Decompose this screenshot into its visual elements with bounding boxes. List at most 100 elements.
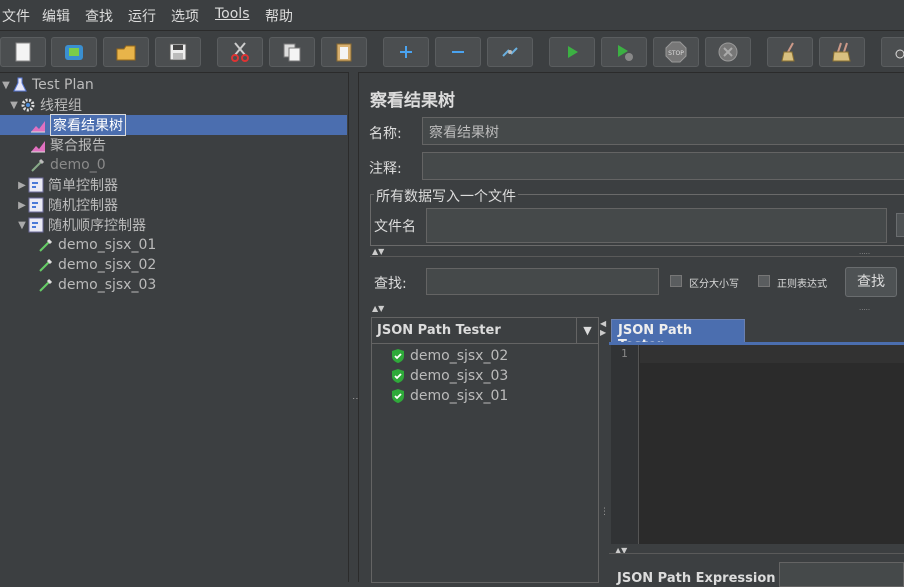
- copy-button[interactable]: [269, 37, 315, 67]
- binoculars-icon: [895, 49, 904, 59]
- json-editor[interactable]: 1: [611, 345, 904, 544]
- listener-chart-icon: [31, 121, 45, 133]
- tree-item-view-results-tree[interactable]: 察看结果树: [0, 114, 347, 136]
- start-no-pauses-button[interactable]: [601, 37, 647, 67]
- search-toolbar-button[interactable]: [881, 37, 904, 67]
- tree-item-random-controller[interactable]: ▶ 随机控制器: [16, 195, 118, 215]
- splitter-arrows-icon[interactable]: ▲▼: [372, 247, 384, 256]
- tree-item-demo-sjsx-01[interactable]: demo_sjsx_01: [38, 235, 156, 255]
- result-item[interactable]: demo_sjsx_02: [390, 346, 508, 366]
- tree-label: demo_sjsx_02: [58, 257, 157, 273]
- tree-label: 聚合报告: [50, 138, 106, 154]
- clear-all-button[interactable]: [819, 37, 865, 67]
- copy-icon: [283, 43, 301, 62]
- tree-label: Test Plan: [32, 77, 94, 93]
- play-no-pause-icon: [618, 45, 633, 61]
- stop-icon: STOP: [665, 41, 687, 63]
- gear-icon: [21, 98, 35, 112]
- result-item[interactable]: demo_sjsx_03: [390, 366, 508, 386]
- tree-label: 线程组: [40, 98, 82, 114]
- templates-icon: [65, 45, 83, 60]
- tree-item-aggregate-report[interactable]: 聚合报告: [30, 135, 106, 155]
- panel-title: 察看结果树: [370, 91, 455, 111]
- start-button[interactable]: [549, 37, 595, 67]
- expand-arrow-icon[interactable]: ▼: [16, 220, 28, 231]
- results-list: demo_sjsx_02 demo_sjsx_03 demo_sjsx_01: [371, 344, 599, 583]
- menu-options[interactable]: 选项: [171, 6, 199, 26]
- toggle-button[interactable]: [487, 37, 533, 67]
- search-button[interactable]: 查找: [845, 267, 897, 297]
- comment-field[interactable]: [422, 152, 904, 180]
- menu-file[interactable]: 文件: [2, 6, 30, 26]
- case-sensitive-checkbox[interactable]: [670, 275, 682, 287]
- tab-json-path-tester[interactable]: JSON Path Tester: [611, 319, 745, 353]
- save-button[interactable]: [155, 37, 201, 67]
- collapse-all-button[interactable]: [435, 37, 481, 67]
- expand-arrow-icon[interactable]: ▼: [8, 100, 20, 111]
- menu-edit[interactable]: 编辑: [42, 6, 70, 26]
- success-shield-icon: [392, 369, 404, 383]
- result-label: demo_sjsx_01: [410, 388, 509, 404]
- splitter-arrows-icon[interactable]: ▲▼: [372, 304, 384, 313]
- search-input[interactable]: [426, 268, 659, 295]
- open-button[interactable]: [103, 37, 149, 67]
- result-label: demo_sjsx_03: [410, 368, 509, 384]
- divider-line: [609, 553, 904, 554]
- split-pane-divider[interactable]: ⋮: [348, 72, 361, 582]
- renderer-select[interactable]: JSON Path Tester ▼: [371, 317, 599, 344]
- json-path-expression-input[interactable]: [779, 562, 904, 587]
- cut-button[interactable]: [217, 37, 263, 67]
- minus-icon: [452, 51, 464, 53]
- comment-label: 注释:: [369, 161, 402, 177]
- filename-label: 文件名: [374, 219, 416, 235]
- controller-icon: [28, 217, 44, 233]
- regex-checkbox[interactable]: [758, 275, 770, 287]
- broom-icon: [781, 42, 795, 62]
- expand-arrow-icon[interactable]: ▼: [0, 80, 12, 91]
- expand-all-button[interactable]: [383, 37, 429, 67]
- sampler-pipette-icon: [39, 278, 53, 292]
- tree-label: 察看结果树: [50, 114, 126, 136]
- name-field[interactable]: 察看结果树: [422, 117, 904, 145]
- tree-item-demo0[interactable]: demo_0: [30, 155, 106, 175]
- tree-item-thread-group[interactable]: ▼ 线程组: [8, 95, 82, 115]
- tree-item-test-plan[interactable]: ▼ Test Plan: [0, 75, 94, 95]
- flask-icon: [13, 77, 27, 92]
- tree-item-simple-controller[interactable]: ▶ 简单控制器: [16, 175, 118, 195]
- paste-button[interactable]: [321, 37, 367, 67]
- write-to-file-label: 所有数据写入一个文件: [374, 186, 518, 206]
- plus-icon: [400, 46, 412, 58]
- tree-label: 随机控制器: [48, 198, 118, 214]
- svg-text:STOP: STOP: [668, 50, 684, 57]
- regex-label: 正则表达式: [777, 279, 827, 290]
- filename-field[interactable]: [426, 208, 887, 243]
- chevron-down-icon[interactable]: ▼: [576, 318, 598, 343]
- result-label: demo_sjsx_02: [410, 348, 509, 364]
- open-folder-icon: [116, 45, 136, 61]
- menu-tools[interactable]: Tools: [215, 6, 250, 22]
- case-sensitive-label: 区分大小写: [689, 279, 739, 290]
- collapse-arrow-icon[interactable]: ▶: [16, 180, 28, 191]
- browse-button[interactable]: [896, 213, 904, 237]
- menu-help[interactable]: 帮助: [265, 6, 293, 26]
- inner-split-divider[interactable]: ◀ ▶ ⋮: [599, 317, 609, 583]
- menu-run[interactable]: 运行: [128, 6, 156, 26]
- listener-chart-icon: [31, 141, 45, 153]
- paste-icon: [336, 43, 352, 62]
- tree-item-demo-sjsx-03[interactable]: demo_sjsx_03: [38, 275, 156, 295]
- clear-button[interactable]: [767, 37, 813, 67]
- sampler-pipette-icon: [39, 238, 53, 252]
- sampler-pipette-icon: [31, 158, 45, 172]
- tree-label: demo_sjsx_01: [58, 237, 157, 253]
- result-item[interactable]: demo_sjsx_01: [390, 386, 508, 406]
- tree-item-demo-sjsx-02[interactable]: demo_sjsx_02: [38, 255, 156, 275]
- sampler-pipette-icon: [39, 258, 53, 272]
- tree-item-random-order-controller[interactable]: ▼ 随机顺序控制器: [16, 215, 146, 235]
- menu-search[interactable]: 查找: [85, 6, 113, 26]
- stop-button[interactable]: STOP: [653, 37, 699, 67]
- collapse-arrow-icon[interactable]: ▶: [16, 200, 28, 211]
- tree-label: 简单控制器: [48, 178, 118, 194]
- new-button[interactable]: [0, 37, 46, 67]
- templates-button[interactable]: [51, 37, 97, 67]
- shutdown-button[interactable]: [705, 37, 751, 67]
